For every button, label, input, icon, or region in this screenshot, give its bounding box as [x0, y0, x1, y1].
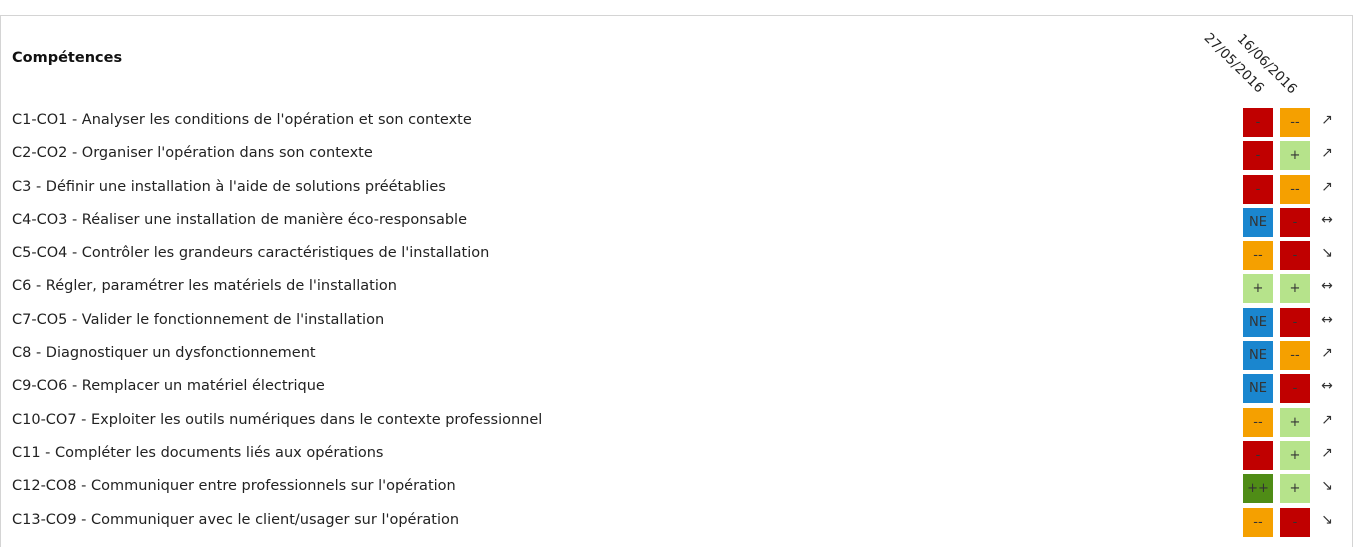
rating-cell-2[interactable]: + — [1280, 274, 1310, 304]
competence-label: C1-CO1 - Analyser les conditions de l'op… — [12, 112, 472, 128]
competences-list: C1-CO1 - Analyser les conditions de l'op… — [0, 106, 1358, 539]
competence-label: C6 - Régler, paramétrer les matériels de… — [12, 278, 397, 295]
competence-row: C3 - Définir une installation à l'aide d… — [0, 173, 1358, 206]
competence-row: C4-CO3 - Réaliser une installation de ma… — [0, 206, 1358, 239]
competence-row: C1-CO1 - Analyser les conditions de l'op… — [0, 106, 1358, 139]
trend-down-icon: ↘ — [1321, 511, 1333, 528]
trend-up-icon: ↗ — [1321, 178, 1333, 195]
rating-cell-1[interactable]: NE — [1243, 307, 1273, 337]
rating-cell-2[interactable]: + — [1280, 474, 1310, 504]
trend-stable-icon: ↔ — [1321, 211, 1333, 228]
competence-row: C10-CO7 - Exploiter les outils numérique… — [0, 406, 1358, 439]
competence-row: C6 - Régler, paramétrer les matériels de… — [0, 272, 1358, 305]
competence-row: C12-CO8 - Communiquer entre professionne… — [0, 472, 1358, 505]
rating-cell-2[interactable]: - — [1280, 241, 1310, 271]
rating-cell-2[interactable]: + — [1280, 407, 1310, 437]
rating-cell-1[interactable]: -- — [1243, 407, 1273, 437]
competence-label: C8 - Diagnostiquer un dysfonctionnement — [12, 345, 316, 362]
rating-cell-2[interactable]: -- — [1280, 108, 1310, 137]
competence-label: C2-CO2 - Organiser l'opération dans son … — [12, 145, 373, 162]
rating-cell-2[interactable]: - — [1280, 507, 1310, 537]
rating-cell-1[interactable]: NE — [1243, 341, 1273, 371]
trend-down-icon: ↘ — [1321, 478, 1333, 495]
competence-label: C13-CO9 - Communiquer avec le client/usa… — [12, 511, 460, 528]
competence-label: C3 - Définir une installation à l'aide d… — [12, 178, 446, 195]
rating-cell-1[interactable]: -- — [1243, 241, 1273, 271]
rating-cell-1[interactable]: -- — [1243, 507, 1273, 537]
trend-stable-icon: ↔ — [1321, 278, 1333, 295]
competence-row: C9-CO6 - Remplacer un matériel électriqu… — [0, 372, 1358, 405]
rating-cell-2[interactable]: - — [1280, 307, 1310, 337]
trend-down-icon: ↘ — [1321, 245, 1333, 262]
rating-cell-1[interactable]: - — [1243, 108, 1273, 137]
trend-up-icon: ↗ — [1321, 112, 1333, 128]
section-title: Compétences — [12, 50, 123, 66]
rating-cell-2[interactable]: + — [1280, 440, 1310, 470]
competence-label: C12-CO8 - Communiquer entre professionne… — [12, 478, 456, 495]
competence-label: C9-CO6 - Remplacer un matériel électriqu… — [12, 378, 325, 395]
rating-cell-2[interactable]: - — [1280, 207, 1310, 237]
rating-cell-1[interactable]: - — [1243, 174, 1273, 204]
rating-cell-1[interactable]: - — [1243, 141, 1273, 171]
trend-up-icon: ↗ — [1321, 411, 1333, 428]
rating-cell-2[interactable]: -- — [1280, 341, 1310, 371]
rating-cell-1[interactable]: - — [1243, 440, 1273, 470]
competence-label: C11 - Compléter les documents liés aux o… — [12, 444, 384, 461]
rating-cell-1[interactable]: + — [1243, 274, 1273, 304]
trend-up-icon: ↗ — [1321, 444, 1333, 461]
rating-cell-2[interactable]: - — [1280, 374, 1310, 404]
competence-row: C8 - Diagnostiquer un dysfonctionnement N… — [0, 339, 1358, 372]
rating-cell-2[interactable]: + — [1280, 141, 1310, 171]
rating-cell-1[interactable]: ++ — [1243, 474, 1273, 504]
trend-stable-icon: ↔ — [1321, 378, 1333, 395]
competence-label: C7-CO5 - Valider le fonctionnement de l'… — [12, 311, 385, 328]
competence-row: C7-CO5 - Valider le fonctionnement de l'… — [0, 306, 1358, 339]
competence-row: C5-CO4 - Contrôler les grandeurs caracté… — [0, 239, 1358, 272]
competence-label: C4-CO3 - Réaliser une installation de ma… — [12, 211, 468, 228]
competence-row: C11 - Compléter les documents liés aux o… — [0, 439, 1358, 472]
trend-up-icon: ↗ — [1321, 345, 1333, 362]
competence-row: C2-CO2 - Organiser l'opération dans son … — [0, 139, 1358, 172]
competence-label: C10-CO7 - Exploiter les outils numérique… — [12, 411, 543, 428]
competence-row: C13-CO9 - Communiquer avec le client/usa… — [0, 506, 1358, 539]
rating-cell-1[interactable]: NE — [1243, 374, 1273, 404]
competence-label: C5-CO4 - Contrôler les grandeurs caracté… — [12, 245, 490, 262]
trend-up-icon: ↗ — [1321, 145, 1333, 162]
rating-cell-2[interactable]: -- — [1280, 174, 1310, 204]
trend-stable-icon: ↔ — [1321, 311, 1333, 328]
rating-cell-1[interactable]: NE — [1243, 207, 1273, 237]
